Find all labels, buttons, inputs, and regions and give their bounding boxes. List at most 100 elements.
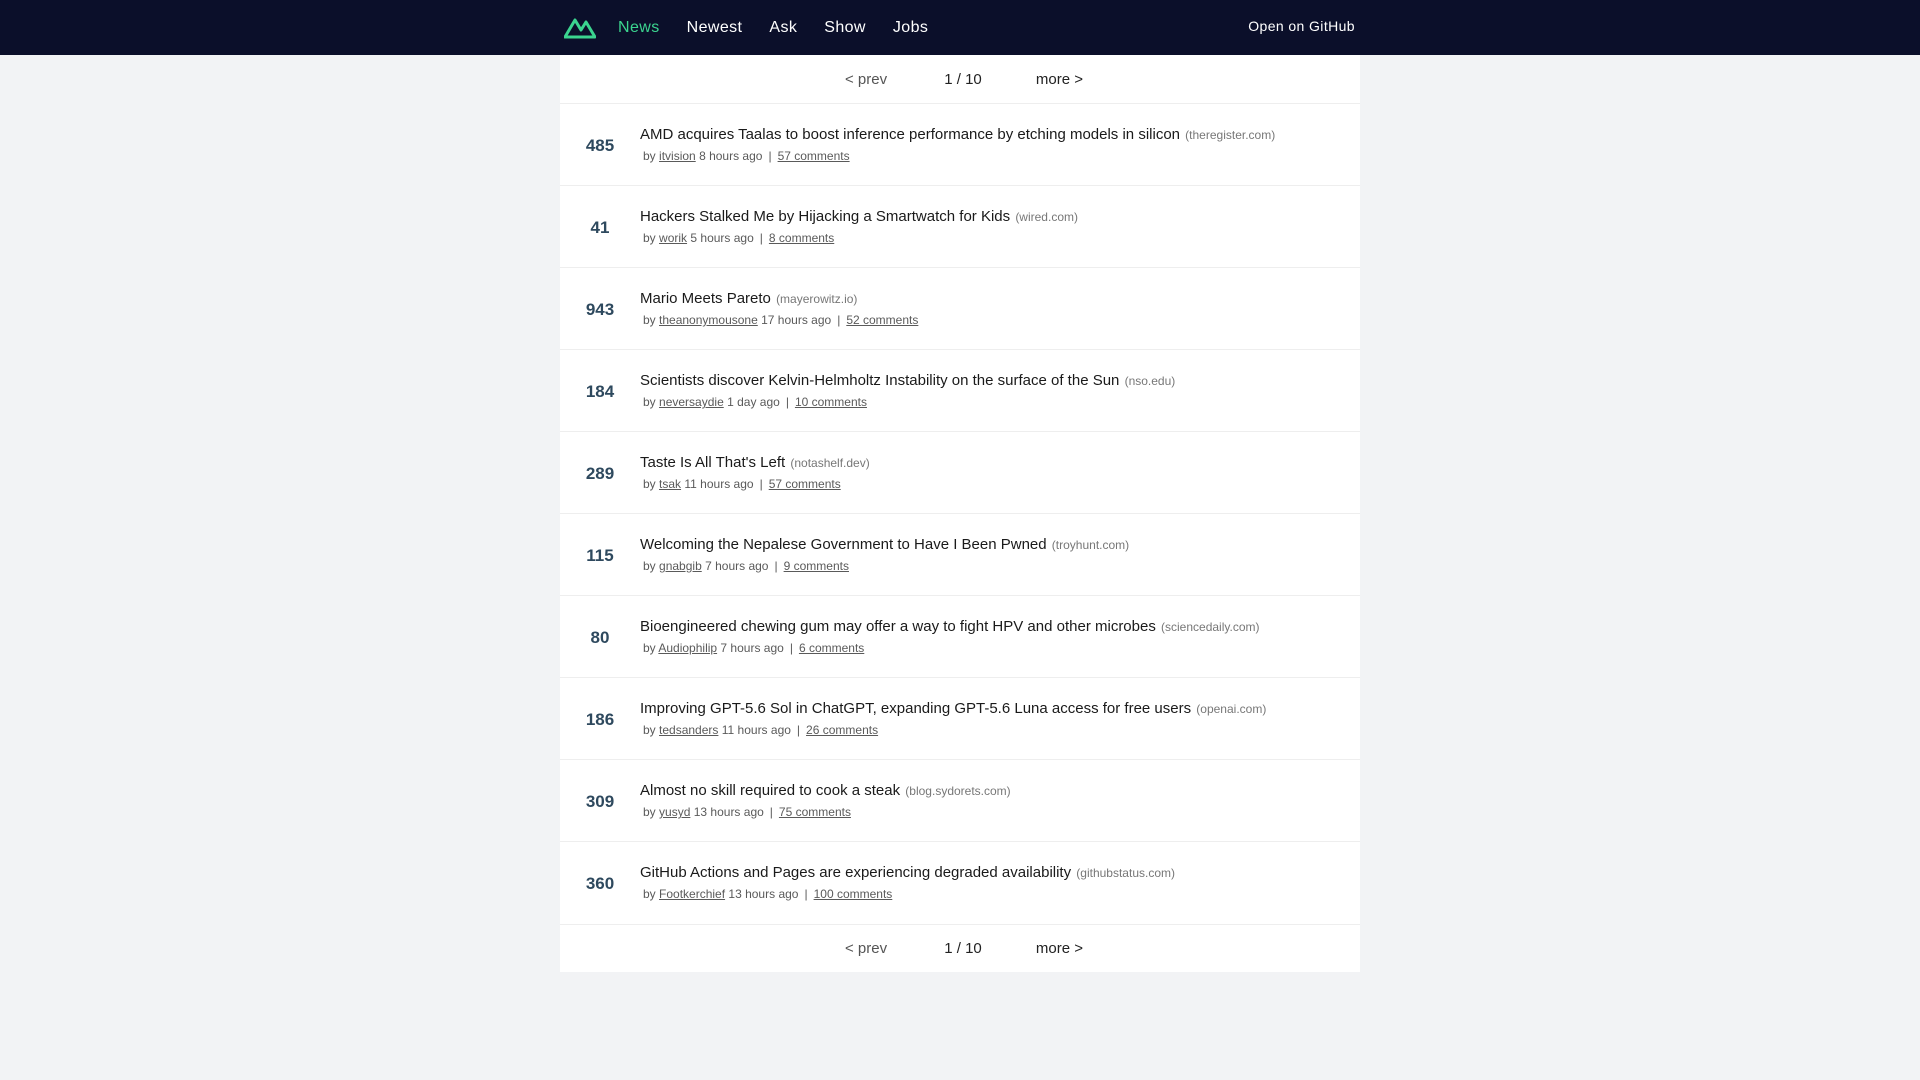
item-score: 184 [585,382,615,401]
item-score: 485 [585,136,615,155]
item-time: 5 hours ago [690,231,754,245]
item-user-link[interactable]: gnabgib [659,559,702,573]
item-comments-link[interactable]: 8 comments [769,231,834,245]
list-item: 943 Mario Meets Pareto (mayerowitz.io) by … [560,268,1360,350]
item-user-link[interactable]: tsak [659,477,681,491]
prev-link[interactable]: < prev [845,71,913,88]
item-comments-link[interactable]: 52 comments [846,313,918,327]
item-title-link[interactable]: Taste Is All That's Left [640,454,785,471]
item-user-link[interactable]: worik [659,231,687,245]
item-meta: by neversaydie 1 day ago | 10 comments [643,395,867,409]
item-title-line: Taste Is All That's Left (notashelf.dev) [640,454,870,471]
item-user-link[interactable]: yusyd [659,805,690,819]
item-meta: by Audiophilip 7 hours ago | 6 comments [643,641,864,655]
list-item: 485 AMD acquires Taalas to boost inferenc… [560,104,1360,186]
item-user-link[interactable]: tedsanders [659,723,718,737]
item-time: 7 hours ago [705,559,769,573]
item-host: (theregister.com) [1185,128,1276,142]
item-user-link[interactable]: theanonymousone [659,313,758,327]
item-meta: by yusyd 13 hours ago | 75 comments [643,805,851,819]
item-meta: by tsak 11 hours ago | 57 comments [643,477,841,491]
meta-separator: | [769,805,773,819]
list-item: 186 Improving GPT-5.6 Sol in ChatGPT, exp… [560,678,1360,760]
item-comments-link[interactable]: 10 comments [795,395,867,409]
item-meta: by theanonymousone 17 hours ago | 52 comme… [643,313,918,327]
item-host: (openai.com) [1196,702,1267,716]
nav-show[interactable]: Show [824,19,866,37]
page-indicator: 1 / 10 [944,70,982,88]
news-list: < prev 1 / 10 more > 485 AMD acquires Taa… [560,55,1360,972]
list-item: 184 Scientists discover Kelvin-Helmholtz … [560,350,1360,432]
more-link[interactable]: more > [1013,940,1083,957]
item-user-link[interactable]: Footkerchief [659,887,725,901]
item-title-link[interactable]: Scientists discover Kelvin-Helmholtz Ins… [640,372,1119,389]
item-meta: by Footkerchief 13 hours ago | 100 comment… [643,887,892,901]
item-time: 11 hours ago [721,723,791,737]
item-time: 8 hours ago [699,149,763,163]
item-title-line: Bioengineered chewing gum may offer a wa… [640,618,1260,635]
item-comments-link[interactable]: 26 comments [806,723,878,737]
items-container: 485 AMD acquires Taalas to boost inferenc… [560,104,1360,924]
item-user-link[interactable]: itvision [659,149,696,163]
item-title-link[interactable]: GitHub Actions and Pages are experiencin… [640,864,1071,881]
item-title-link[interactable]: Bioengineered chewing gum may offer a wa… [640,618,1156,635]
item-host: (blog.sydorets.com) [905,784,1011,798]
item-host: (mayerowitz.io) [776,292,858,306]
meta-separator: | [789,641,793,655]
vue-hn-logo-icon[interactable] [564,17,596,39]
by-label: by [643,149,656,163]
list-item: 80 Bioengineered chewing gum may offer a … [560,596,1360,678]
item-title-link[interactable]: Almost no skill required to cook a steak [640,782,900,799]
item-score: 41 [590,218,610,237]
item-time: 7 hours ago [720,641,784,655]
nav-newest[interactable]: Newest [687,19,743,37]
item-host: (sciencedaily.com) [1161,620,1260,634]
item-title-link[interactable]: Improving GPT-5.6 Sol in ChatGPT, expand… [640,700,1191,717]
item-title-line: Mario Meets Pareto (mayerowitz.io) [640,290,857,307]
item-score: 186 [585,710,615,729]
item-title-line: Hackers Stalked Me by Hijacking a Smartw… [640,208,1078,225]
item-title-line: Welcoming the Nepalese Government to Hav… [640,536,1129,553]
nav-ask[interactable]: Ask [769,19,797,37]
item-comments-link[interactable]: 100 comments [814,887,893,901]
item-host: (troyhunt.com) [1051,538,1130,552]
item-title-line: AMD acquires Taalas to boost inference p… [640,126,1275,143]
item-score: 115 [586,546,614,565]
item-score: 360 [585,874,615,893]
item-host: (notashelf.dev) [790,456,870,470]
item-user-link[interactable]: Audiophilip [658,641,717,655]
item-comments-link[interactable]: 6 comments [799,641,864,655]
github-link[interactable]: Open on GitHub [1248,18,1355,34]
by-label: by [643,313,656,327]
item-comments-link[interactable]: 75 comments [779,805,851,819]
by-label: by [643,395,656,409]
by-label: by [643,805,656,819]
list-item: 41 Hackers Stalked Me by Hijacking a Smar… [560,186,1360,268]
item-title-link[interactable]: Welcoming the Nepalese Government to Hav… [640,536,1047,553]
item-time: 13 hours ago [728,887,799,901]
item-host: (githubstatus.com) [1076,866,1175,880]
by-label: by [643,887,656,901]
item-title-link[interactable]: Mario Meets Pareto [640,290,771,307]
meta-separator: | [804,887,808,901]
item-title-link[interactable]: Hackers Stalked Me by Hijacking a Smartw… [640,208,1010,225]
nav-news[interactable]: News [618,19,660,37]
top-header: News Newest Ask Show Jobs Open on GitHub [0,0,1920,55]
item-title-link[interactable]: AMD acquires Taalas to boost inference p… [640,126,1180,143]
item-comments-link[interactable]: 57 comments [778,149,850,163]
nav-jobs[interactable]: Jobs [893,19,928,37]
item-comments-link[interactable]: 9 comments [784,559,849,573]
item-title-line: Improving GPT-5.6 Sol in ChatGPT, expand… [640,700,1266,717]
by-label: by [643,723,656,737]
item-user-link[interactable]: neversaydie [659,395,724,409]
item-host: (wired.com) [1015,210,1078,224]
meta-separator: | [774,559,778,573]
item-time: 17 hours ago [761,313,832,327]
prev-link[interactable]: < prev [845,940,913,957]
pager-top: < prev 1 / 10 more > [560,55,1360,104]
item-comments-link[interactable]: 57 comments [769,477,841,491]
more-link[interactable]: more > [1013,71,1083,88]
item-host: (nso.edu) [1124,374,1176,388]
list-item: 289 Taste Is All That's Left (notashelf.d… [560,432,1360,514]
item-meta: by worik 5 hours ago | 8 comments [643,231,834,245]
